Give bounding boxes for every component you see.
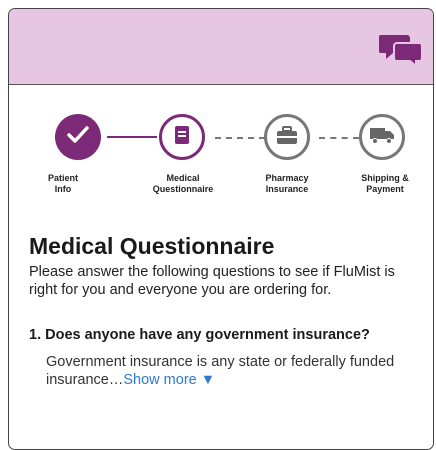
checkmark-icon — [66, 125, 90, 150]
show-more-link[interactable]: Show more ▼ — [123, 372, 215, 388]
top-header — [9, 9, 433, 85]
step-label-line: Insurance — [265, 184, 309, 194]
step-shipping-payment[interactable] — [359, 114, 405, 160]
step-label-line: Medical — [166, 173, 200, 183]
step-label-line: Payment — [366, 184, 404, 194]
step-label-line: Shipping & — [361, 173, 409, 183]
step-medical-questionnaire[interactable] — [159, 114, 205, 160]
step-label-line: Info — [54, 184, 72, 194]
step-label-pharmacy-insurance: Pharmacy Insurance — [247, 173, 327, 195]
question-description-text: Government insurance is any state or fed… — [46, 354, 395, 388]
questionnaire-content: Medical Questionnaire Please answer the … — [29, 231, 425, 389]
step-label-line: Pharmacy — [265, 173, 309, 183]
step-pharmacy-insurance[interactable] — [264, 114, 310, 160]
question-1-text: 1. Does anyone have any government insur… — [29, 327, 370, 343]
question-1-description: Government insurance is any state or fed… — [46, 353, 425, 389]
chat-icon[interactable] — [378, 32, 423, 69]
step-label-medical-questionnaire: Medical Questionnaire — [143, 173, 223, 195]
step-connector-3 — [319, 137, 359, 139]
briefcase-icon — [275, 125, 299, 150]
intro-text: Please answer the following questions to… — [29, 264, 395, 298]
truck-icon — [369, 125, 395, 150]
page-title: Medical Questionnaire — [29, 233, 275, 259]
step-label-line: Patient — [47, 173, 78, 183]
document-icon — [172, 124, 192, 151]
step-patient-info[interactable] — [55, 114, 101, 160]
step-label-line: Questionnaire — [152, 184, 214, 194]
step-connector-2 — [215, 137, 265, 139]
step-label-shipping-payment: Shipping & Payment — [345, 173, 425, 195]
app-frame: Patient Info Medical Questionnaire Pharm… — [8, 8, 434, 450]
step-connector-1 — [107, 136, 157, 138]
step-label-patient-info: Patient Info — [39, 173, 87, 195]
